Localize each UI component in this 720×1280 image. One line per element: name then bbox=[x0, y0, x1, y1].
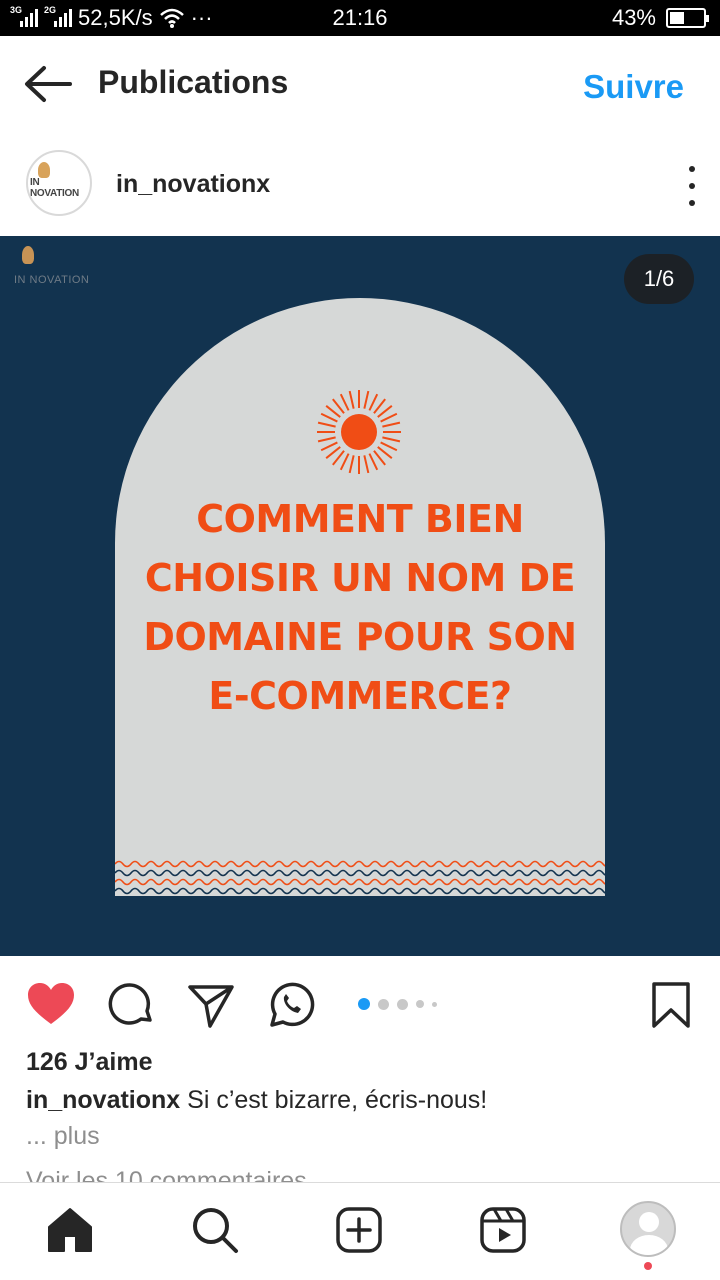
share-button[interactable] bbox=[186, 980, 236, 1030]
comment-icon bbox=[108, 983, 152, 1025]
battery-level bbox=[670, 12, 684, 24]
brand-watermark-text: IN NOVATION bbox=[14, 274, 90, 286]
save-button[interactable] bbox=[646, 980, 696, 1030]
dot bbox=[689, 200, 695, 206]
search-icon bbox=[193, 1208, 238, 1253]
dot bbox=[689, 166, 695, 172]
battery-percent: 43% bbox=[611, 5, 656, 30]
page-title: Publications bbox=[98, 64, 289, 100]
back-button[interactable] bbox=[22, 64, 74, 104]
post-actions bbox=[0, 956, 720, 1052]
status-bar: 3G 2G 52,5K/s ··· 21:16 43% bbox=[0, 0, 720, 36]
carousel-dot bbox=[432, 1001, 437, 1007]
bottom-nav bbox=[0, 1182, 720, 1280]
nav-home[interactable] bbox=[45, 1205, 95, 1255]
nav-create[interactable] bbox=[334, 1205, 384, 1255]
carousel-counter: 1/6 bbox=[624, 254, 694, 304]
caption-text: Si c’est bizarre, écris-nous! bbox=[187, 1086, 488, 1114]
app-header: Publications Suivre bbox=[0, 36, 720, 136]
bookmark-icon bbox=[652, 982, 690, 1028]
carousel-indicator bbox=[358, 998, 437, 1010]
profile-avatar-head bbox=[639, 1212, 659, 1232]
carousel-dot bbox=[378, 998, 389, 1010]
reels-icon bbox=[480, 1207, 526, 1253]
follow-button[interactable]: Suivre bbox=[583, 68, 684, 106]
like-button[interactable] bbox=[26, 980, 76, 1030]
share-icon bbox=[188, 985, 234, 1028]
bulb-icon bbox=[22, 246, 34, 264]
wave-pattern bbox=[115, 860, 605, 895]
home-icon bbox=[48, 1208, 92, 1252]
status-right: 43% bbox=[611, 5, 709, 31]
more-options-button[interactable] bbox=[684, 166, 700, 206]
post-author-row: IN NOVATION in_novationx bbox=[0, 136, 720, 236]
whatsapp-icon bbox=[270, 982, 315, 1027]
view-comments-link[interactable]: Voir les 10 commentaires bbox=[26, 1164, 307, 1182]
author-username[interactable]: in_novationx bbox=[116, 170, 270, 199]
caption-more-link[interactable]: ... plus bbox=[26, 1122, 100, 1151]
profile-avatar-body bbox=[630, 1235, 668, 1255]
carousel-dot bbox=[358, 998, 370, 1010]
like-count[interactable]: 126 J’aime bbox=[26, 1048, 153, 1077]
bulb-icon bbox=[38, 162, 50, 178]
caption-username[interactable]: in_novationx bbox=[26, 1086, 180, 1114]
dot bbox=[689, 183, 695, 189]
nav-search[interactable] bbox=[190, 1205, 240, 1255]
post-headline: COMMENT BIEN CHOISIR UN NOM DE DOMAINE P… bbox=[143, 497, 577, 718]
create-icon bbox=[336, 1207, 382, 1253]
heart-icon bbox=[28, 983, 74, 1024]
battery-icon bbox=[666, 8, 709, 28]
avatar-logo: IN NOVATION bbox=[30, 177, 79, 199]
carousel-dot bbox=[397, 998, 408, 1010]
sun-icon bbox=[317, 390, 401, 474]
whatsapp-button[interactable] bbox=[266, 980, 316, 1030]
comment-button[interactable] bbox=[106, 980, 156, 1030]
post-image[interactable]: IN NOVATION 1/6 COMMENT BIEN CHOISIR UN … bbox=[0, 236, 720, 956]
post-caption: in_novationx Si c’est bizarre, écris-nou… bbox=[26, 1086, 487, 1115]
post-arch-card: COMMENT BIEN CHOISIR UN NOM DE DOMAINE P… bbox=[115, 298, 605, 896]
author-avatar[interactable]: IN NOVATION bbox=[26, 150, 92, 216]
nav-reels[interactable] bbox=[478, 1205, 528, 1255]
arrow-left-icon bbox=[25, 66, 72, 102]
nav-profile[interactable] bbox=[620, 1201, 676, 1257]
brand-watermark: IN NOVATION bbox=[14, 246, 89, 286]
carousel-dot bbox=[416, 1000, 424, 1008]
notification-dot bbox=[644, 1262, 652, 1270]
